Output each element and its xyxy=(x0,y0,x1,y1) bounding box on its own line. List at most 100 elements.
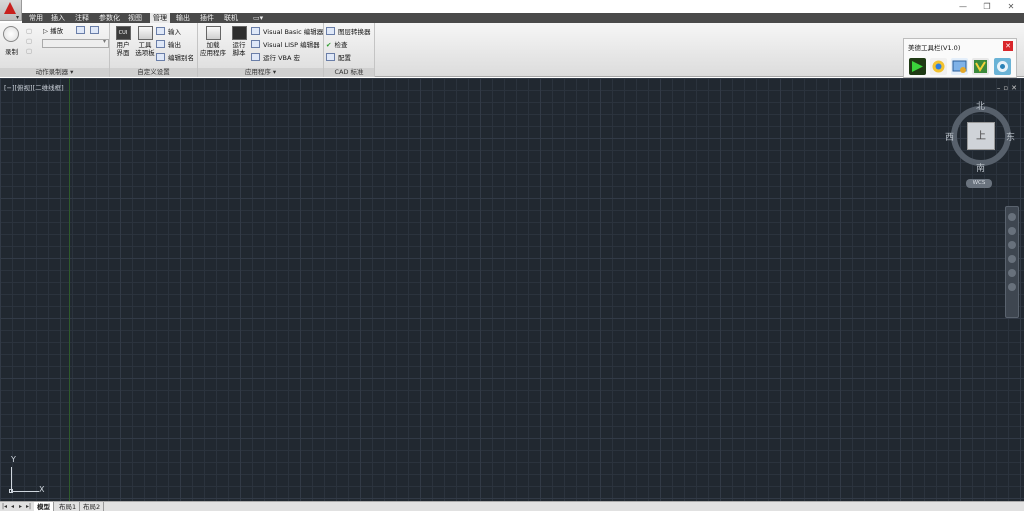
layer-translator-button[interactable]: 图层转换器 xyxy=(326,27,371,37)
tab-layout2[interactable]: 布局2 xyxy=(80,502,105,511)
play-button[interactable]: ▷ 播放 xyxy=(43,26,63,36)
drawing-viewport[interactable]: [−][俯视][二维线框] –▫✕ 北 南 西 东 上 WCS Y X xyxy=(0,78,1024,501)
edit-aliases-button[interactable]: 编辑别名 xyxy=(156,53,194,63)
user-interface-button[interactable]: CUI 用户 界面 xyxy=(112,26,134,57)
run-vba-macro-button[interactable]: 运行 VBA 宏 xyxy=(251,53,300,63)
recorder-option-icon[interactable] xyxy=(76,26,88,36)
steering-wheel-icon[interactable] xyxy=(1008,213,1016,221)
macro-select[interactable]: ▾ xyxy=(42,38,109,48)
lisp-editor-icon xyxy=(251,40,260,48)
check-label: 检查 xyxy=(334,41,348,49)
wcs-menu[interactable]: WCS xyxy=(966,179,992,188)
next-tab-icon[interactable]: ▸ xyxy=(17,503,24,511)
checkmark-icon: ✔ xyxy=(326,41,332,49)
tab-insert[interactable]: 插入 xyxy=(48,13,68,23)
tab-layout1[interactable]: 布局1 xyxy=(56,502,81,511)
orbit-icon[interactable] xyxy=(1008,255,1016,263)
y-axis-line xyxy=(69,78,70,501)
ribbon: 录制 ▢ ▢ ▢ ▷ 播放 ▾ 动作录制器 ▾ CUI 用户 界面 工具 选项板 输… xyxy=(0,23,1024,77)
panel-title[interactable]: 应用程序 ▾ xyxy=(198,68,323,77)
vba-icon[interactable] xyxy=(972,58,989,75)
viewcube-top-face[interactable]: 上 xyxy=(967,122,995,150)
toolbar-title: 美德工具栏(V1.0) xyxy=(908,44,961,52)
viewcube[interactable]: 北 南 西 东 上 WCS xyxy=(945,98,1023,188)
cui-label: 用户 xyxy=(116,41,130,49)
ribbon-options-icon[interactable]: ▭▾ xyxy=(250,13,266,23)
record-button[interactable] xyxy=(3,26,19,42)
prev-tab-icon[interactable]: ◂ xyxy=(9,503,16,511)
vba-macro-icon xyxy=(251,53,260,61)
vb-editor-icon xyxy=(251,27,260,35)
document-icon xyxy=(90,26,99,34)
tab-parametric[interactable]: 参数化 xyxy=(96,13,123,23)
viewport-controls-label[interactable]: [−][俯视][二维线框] xyxy=(4,82,64,92)
viewport-window-controls[interactable]: –▫✕ xyxy=(997,84,1020,92)
export-button[interactable]: 输出 xyxy=(156,40,181,50)
load-application-icon xyxy=(205,26,221,40)
tool-palette-label: 选项板 xyxy=(135,49,155,57)
browser-icon[interactable] xyxy=(930,58,947,75)
layer-translator-icon xyxy=(326,27,335,35)
panel-action-recorder: 录制 ▢ ▢ ▢ ▷ 播放 ▾ 动作录制器 ▾ xyxy=(0,23,110,77)
tab-model[interactable]: 模型 xyxy=(34,502,54,511)
recorder-tool-icon[interactable]: ▢ xyxy=(26,36,32,46)
compass-north[interactable]: 北 xyxy=(976,99,985,112)
tab-view[interactable]: 视图 xyxy=(125,13,145,23)
play-label: 播放 xyxy=(50,27,64,35)
tab-home[interactable]: 常用 xyxy=(26,13,46,23)
settings-icon[interactable] xyxy=(994,58,1011,75)
run-arrow-icon[interactable] xyxy=(909,58,926,75)
compass-east[interactable]: 东 xyxy=(1006,130,1015,143)
run-script-button[interactable]: 运行 脚本 xyxy=(228,26,250,57)
close-icon[interactable]: ✕ xyxy=(1003,41,1013,51)
tab-annotate[interactable]: 注释 xyxy=(72,13,92,23)
import-button[interactable]: 输入 xyxy=(156,27,181,37)
panel-cad-standards: 图层转换器 ✔ 检查 配置 CAD 标准 xyxy=(324,23,375,77)
application-menu-button[interactable]: ▾ xyxy=(0,0,22,21)
showmotion-icon[interactable] xyxy=(1008,269,1016,277)
visual-basic-editor-button[interactable]: Visual Basic 编辑器 xyxy=(251,27,323,37)
close-icon[interactable]: ✕ xyxy=(1004,1,1018,12)
document-icon xyxy=(76,26,85,34)
chevron-down-icon: ▾ xyxy=(16,14,20,21)
visual-lisp-editor-button[interactable]: Visual LISP 编辑器 xyxy=(251,40,320,50)
edit-aliases-icon xyxy=(156,53,165,61)
ucs-y-label: Y xyxy=(11,455,16,464)
window-icon[interactable] xyxy=(951,58,968,75)
tab-online[interactable]: 联机 xyxy=(221,13,241,23)
compass-south[interactable]: 南 xyxy=(976,161,985,174)
run-script-label: 脚本 xyxy=(232,49,246,57)
export-icon xyxy=(156,40,165,48)
cui-label: 界面 xyxy=(116,49,130,57)
recorder-tool-icon[interactable]: ▢ xyxy=(26,26,32,36)
recorder-option-icon[interactable] xyxy=(90,26,102,36)
tab-output[interactable]: 输出 xyxy=(173,13,193,23)
panel-title: CAD 标准 xyxy=(324,68,374,77)
pan-icon[interactable] xyxy=(1008,227,1016,235)
tab-plugins[interactable]: 插件 xyxy=(197,13,217,23)
load-app-label: 加载 xyxy=(206,41,220,49)
tab-manage[interactable]: 管理 xyxy=(150,13,170,23)
load-application-button[interactable]: 加载 应用程序 xyxy=(200,26,226,57)
navbar-options-icon[interactable] xyxy=(1008,283,1016,291)
zoom-icon[interactable] xyxy=(1008,241,1016,249)
floating-toolbar[interactable]: 美德工具栏(V1.0) ✕ xyxy=(903,38,1017,78)
configure-label: 配置 xyxy=(338,54,351,62)
tool-palettes-button[interactable]: 工具 选项板 xyxy=(134,26,156,57)
configure-button[interactable]: 配置 xyxy=(326,53,351,63)
export-label: 输出 xyxy=(168,41,181,49)
navigation-bar[interactable] xyxy=(1005,206,1019,318)
minimize-icon[interactable]: — xyxy=(956,1,970,12)
restore-icon[interactable]: ❐ xyxy=(980,1,994,12)
run-script-label: 运行 xyxy=(232,41,246,49)
compass-west[interactable]: 西 xyxy=(945,130,954,143)
autocad-logo-icon xyxy=(4,2,16,14)
panel-title[interactable]: 动作录制器 ▾ xyxy=(0,68,109,77)
ucs-x-axis xyxy=(11,491,39,492)
ribbon-tab-bar: 常用 插入 注释 参数化 视图 管理 输出 插件 联机 ▭▾ xyxy=(22,13,1024,23)
last-tab-icon[interactable]: ▸| xyxy=(25,503,32,511)
run-script-icon xyxy=(231,26,247,40)
first-tab-icon[interactable]: |◂ xyxy=(1,503,8,511)
recorder-tool-icon[interactable]: ▢ xyxy=(26,46,32,56)
check-button[interactable]: ✔ 检查 xyxy=(326,40,347,50)
